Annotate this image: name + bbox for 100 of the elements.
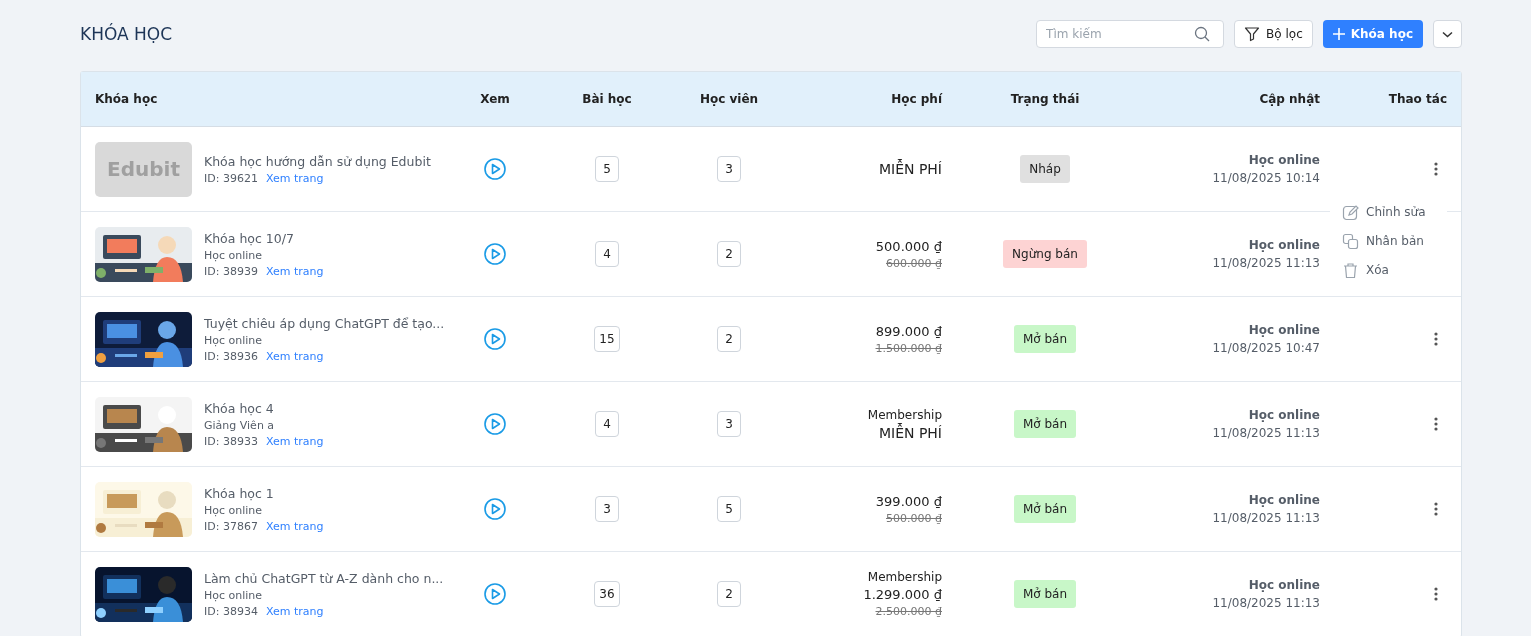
lesson-count: 5 — [595, 156, 619, 182]
play-icon — [484, 158, 506, 180]
lesson-count: 15 — [594, 326, 620, 352]
play-icon — [484, 243, 506, 265]
course-title: Tuyệt chiêu áp dụng ChatGPT để tạo... — [204, 315, 445, 331]
lesson-count: 4 — [595, 411, 619, 437]
student-count: 3 — [717, 156, 741, 182]
price: 899.000 ₫ — [875, 323, 942, 339]
more-icon[interactable] — [1434, 587, 1438, 601]
view-page-link[interactable]: Xem trang — [265, 171, 324, 185]
updated-date: 11/08/2025 10:47 — [1212, 341, 1320, 355]
status-badge: Nháp — [1020, 155, 1070, 183]
course-id: ID: 38939 — [204, 264, 258, 278]
student-count: 2 — [717, 581, 741, 607]
column-header: Bài học — [581, 92, 633, 106]
updated-date: 11/08/2025 11:13 — [1212, 511, 1320, 525]
course-type: Học online — [1248, 493, 1320, 507]
price: 399.000 ₫ — [875, 493, 942, 509]
original-price: 600.000 ₫ — [886, 256, 942, 270]
view-page-link[interactable]: Xem trang — [265, 604, 324, 618]
student-count: 2 — [717, 326, 741, 352]
menu-item[interactable]: Xóa — [1342, 260, 1447, 280]
more-icon[interactable] — [1434, 502, 1438, 516]
course-subtitle: Học online — [204, 333, 264, 347]
original-price: 2.500.000 ₫ — [875, 605, 942, 618]
more-icon[interactable] — [1434, 417, 1438, 431]
dropdown-button[interactable] — [1433, 20, 1462, 48]
course-title: Khóa học 4 — [204, 400, 275, 416]
course-title: Khóa học 10/7 — [204, 230, 295, 246]
course-title: Khóa học hướng dẫn sử dụng Edubit — [204, 153, 431, 169]
search-icon — [1194, 26, 1211, 42]
course-type: Học online — [1248, 238, 1320, 252]
play-icon — [484, 498, 506, 520]
view-page-link[interactable]: Xem trang — [265, 519, 324, 533]
column-header: Khóa học — [95, 92, 159, 106]
column-header: Xem — [479, 92, 511, 106]
course-subtitle: Học online — [204, 588, 264, 602]
course-id: ID: 38936 — [204, 349, 258, 363]
more-icon[interactable] — [1434, 332, 1438, 346]
price: MIỄN PHÍ — [878, 424, 942, 441]
play-icon — [484, 413, 506, 435]
price: MIỄN PHÍ — [878, 161, 942, 177]
thumbnail: Edubit — [95, 141, 192, 197]
pencil-icon — [1342, 203, 1359, 221]
trash-icon — [1342, 261, 1359, 279]
course-id: ID: 38933 — [204, 434, 258, 448]
original-price: 500.000 ₫ — [886, 511, 942, 525]
view-page-link[interactable]: Xem trang — [265, 434, 324, 448]
column-header: Thao tác — [1387, 92, 1447, 106]
menu-item[interactable]: Nhân bản — [1342, 231, 1447, 251]
status-badge: Ngừng bán — [1003, 240, 1087, 268]
funnel-icon — [1244, 26, 1261, 42]
price: 500.000 ₫ — [875, 238, 942, 254]
column-header: Học phí — [890, 92, 942, 106]
column-header: Cập nhật — [1258, 92, 1320, 106]
status-badge: Mở bán — [1013, 495, 1077, 523]
lesson-count: 36 — [594, 581, 620, 607]
student-count: 3 — [717, 411, 741, 437]
status-badge: Mở bán — [1013, 410, 1077, 438]
student-count: 5 — [717, 496, 741, 522]
column-header: Học viên — [698, 92, 760, 106]
play-icon — [484, 328, 506, 350]
filter-button[interactable]: Bộ lọc — [1234, 20, 1313, 48]
course-subtitle: Học online — [204, 248, 264, 262]
copy-icon — [1342, 232, 1359, 250]
lesson-count: 3 — [595, 496, 619, 522]
more-icon[interactable] — [1434, 162, 1438, 176]
course-subtitle: Giảng Viên a — [204, 418, 276, 432]
search-field[interactable]: Tìm kiếm — [1036, 20, 1225, 48]
course-title: Khóa học 1 — [204, 485, 275, 501]
add-course-button[interactable]: Khóa học — [1322, 20, 1423, 48]
course-type: Học online — [1248, 323, 1320, 337]
price: 1.299.000 ₫ — [863, 587, 942, 602]
status-badge: Mở bán — [1013, 325, 1077, 353]
course-type: Học online — [1248, 578, 1320, 592]
updated-date: 11/08/2025 10:14 — [1212, 171, 1320, 185]
updated-date: 11/08/2025 11:13 — [1212, 256, 1320, 270]
lesson-count: 4 — [595, 241, 619, 267]
course-title: Làm chủ ChatGPT từ A-Z dành cho n... — [204, 570, 444, 586]
view-page-link[interactable]: Xem trang — [265, 349, 324, 363]
updated-date: 11/08/2025 11:13 — [1212, 426, 1320, 440]
menu-item[interactable]: Chỉnh sửa — [1342, 202, 1447, 222]
course-id: ID: 37867 — [204, 519, 258, 533]
price-plan: Membership — [867, 570, 942, 584]
chevron-down-icon — [1442, 30, 1453, 38]
course-type: Học online — [1248, 153, 1320, 167]
course-subtitle: Học online — [204, 503, 264, 517]
plus-icon — [1332, 28, 1345, 40]
course-id: ID: 39621 — [204, 171, 258, 185]
updated-date: 11/08/2025 11:13 — [1212, 596, 1320, 610]
play-icon — [484, 583, 506, 605]
course-type: Học online — [1248, 408, 1320, 422]
status-badge: Mở bán — [1013, 580, 1077, 608]
page-title: KHÓA HỌC — [80, 24, 173, 44]
student-count: 2 — [717, 241, 741, 267]
column-header: Trạng thái — [1009, 92, 1081, 106]
price-plan: Membership — [867, 407, 942, 422]
course-id: ID: 38934 — [204, 604, 258, 618]
original-price: 1.500.000 ₫ — [875, 341, 942, 355]
view-page-link[interactable]: Xem trang — [265, 264, 324, 278]
